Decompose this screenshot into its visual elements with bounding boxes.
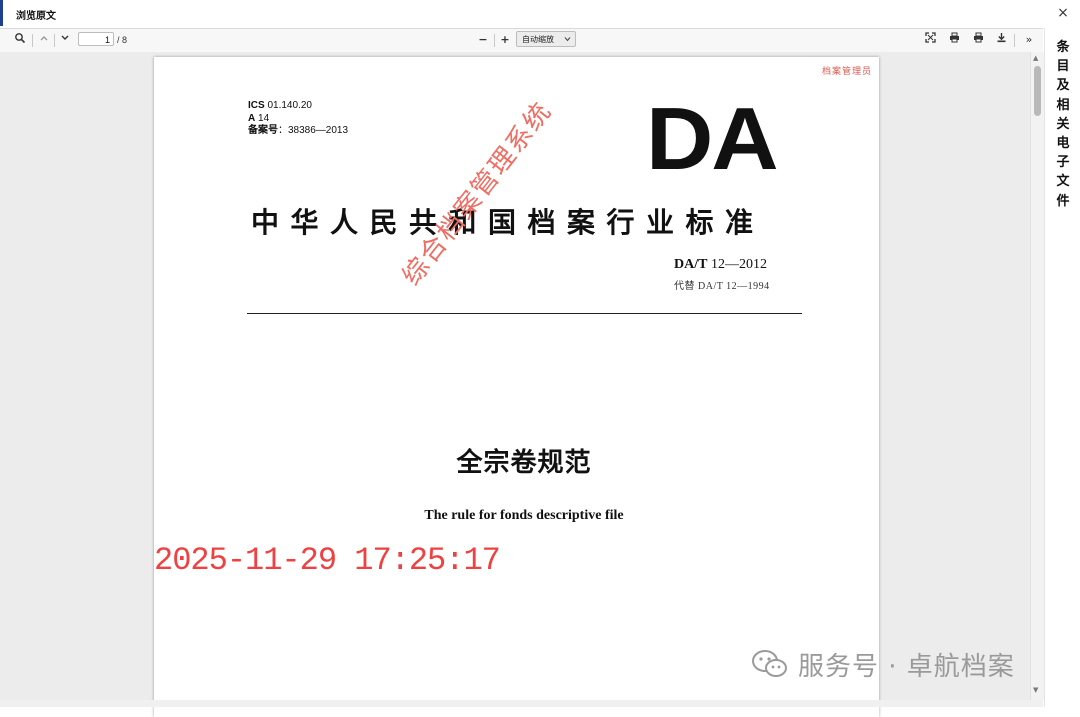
diagonal-watermark-stamp: 综合档案管理系统 bbox=[396, 96, 559, 292]
zoom-select-value: 自动缩放 bbox=[522, 35, 554, 44]
da-logo: DA bbox=[646, 89, 779, 188]
more-tools-icon[interactable]: » bbox=[1021, 32, 1037, 48]
side-panel-char[interactable]: 文 bbox=[1053, 172, 1073, 191]
pdf-page: 档案管理员 ICS 01.140.20 A 14 备案号：38386—2013 … bbox=[154, 57, 879, 717]
ics-code: 01.140.20 bbox=[267, 100, 312, 111]
side-panel-char[interactable]: 相 bbox=[1053, 96, 1073, 115]
timestamp-stamp: 2025-11-29 17:25:17 bbox=[154, 542, 501, 579]
document-title-cn: 全宗卷规范 bbox=[456, 448, 592, 478]
standard-title: 中华人民共和国档案行业标准 bbox=[251, 206, 765, 239]
category-code: 14 bbox=[258, 112, 270, 124]
scrollbar-thumb[interactable] bbox=[1034, 66, 1041, 116]
close-icon[interactable]: × bbox=[1057, 5, 1069, 21]
watermark-text: 服务号 · 卓航档案 bbox=[798, 651, 1015, 682]
bottom-strip bbox=[0, 700, 1043, 707]
print-icon[interactable] bbox=[970, 32, 986, 48]
category-label: A bbox=[248, 112, 256, 124]
side-panel-char[interactable]: 子 bbox=[1053, 153, 1073, 172]
standard-metadata: ICS 01.140.20 A 14 备案号：38386—2013 bbox=[248, 100, 348, 138]
window-title: 浏览原文 bbox=[16, 11, 56, 22]
zoom-select[interactable]: 自动缩放 bbox=[516, 31, 576, 47]
pdf-toolbar: 1 / 8 − + 自动缩放 » bbox=[0, 28, 1043, 53]
divider bbox=[247, 313, 802, 314]
zoom-out-button[interactable]: − bbox=[475, 32, 491, 48]
download-icon[interactable] bbox=[993, 32, 1009, 48]
standard-number: DA/T 12—2012 bbox=[674, 257, 767, 273]
wechat-icon bbox=[752, 649, 788, 679]
side-panel-char[interactable]: 目 bbox=[1053, 57, 1073, 76]
standard-number-value: 12—2012 bbox=[710, 257, 767, 272]
side-panel-char[interactable]: 及 bbox=[1053, 76, 1073, 95]
search-icon[interactable] bbox=[12, 32, 28, 48]
previous-page-icon[interactable] bbox=[36, 32, 52, 48]
record-number: ：38386—2013 bbox=[278, 125, 349, 136]
ics-label: ICS bbox=[248, 100, 265, 111]
page-total-label: / 8 bbox=[117, 35, 128, 45]
document-title-en: The rule for fonds descriptive file bbox=[424, 508, 624, 523]
chevron-down-icon bbox=[564, 32, 571, 47]
corner-stamp: 档案管理员 bbox=[822, 67, 873, 77]
print-icon[interactable] bbox=[946, 32, 962, 48]
replaces-standard: 代替 DA/T 12—1994 bbox=[674, 281, 770, 292]
window-title-bar: 浏览原文 × bbox=[0, 0, 1080, 28]
side-panel-char[interactable]: 条 bbox=[1053, 38, 1073, 57]
next-page-icon[interactable] bbox=[57, 32, 73, 48]
close-button[interactable]: × bbox=[1054, 4, 1072, 22]
wechat-watermark: 服务号 · 卓航档案 bbox=[752, 646, 1015, 682]
side-panel-char[interactable]: 关 bbox=[1053, 115, 1073, 134]
standard-code: DA/T bbox=[674, 257, 708, 272]
side-panel-char[interactable]: 件 bbox=[1053, 192, 1073, 211]
vertical-scrollbar[interactable]: ▲ ▼ bbox=[1030, 52, 1044, 700]
window-accent bbox=[0, 0, 3, 26]
side-panel-related-files[interactable]: 条目及相关电子文件 bbox=[1044, 28, 1080, 707]
side-panel-label[interactable]: 条目及相关电子文件 bbox=[1053, 38, 1073, 211]
scroll-up-icon[interactable]: ▲ bbox=[1033, 54, 1038, 62]
zoom-in-button[interactable]: + bbox=[497, 32, 513, 48]
record-label: 备案号 bbox=[248, 125, 278, 136]
side-panel-char[interactable]: 电 bbox=[1053, 134, 1073, 153]
scroll-down-icon[interactable]: ▼ bbox=[1033, 686, 1038, 694]
fullscreen-icon[interactable] bbox=[922, 32, 938, 48]
page-number-input[interactable]: 1 bbox=[78, 32, 114, 46]
